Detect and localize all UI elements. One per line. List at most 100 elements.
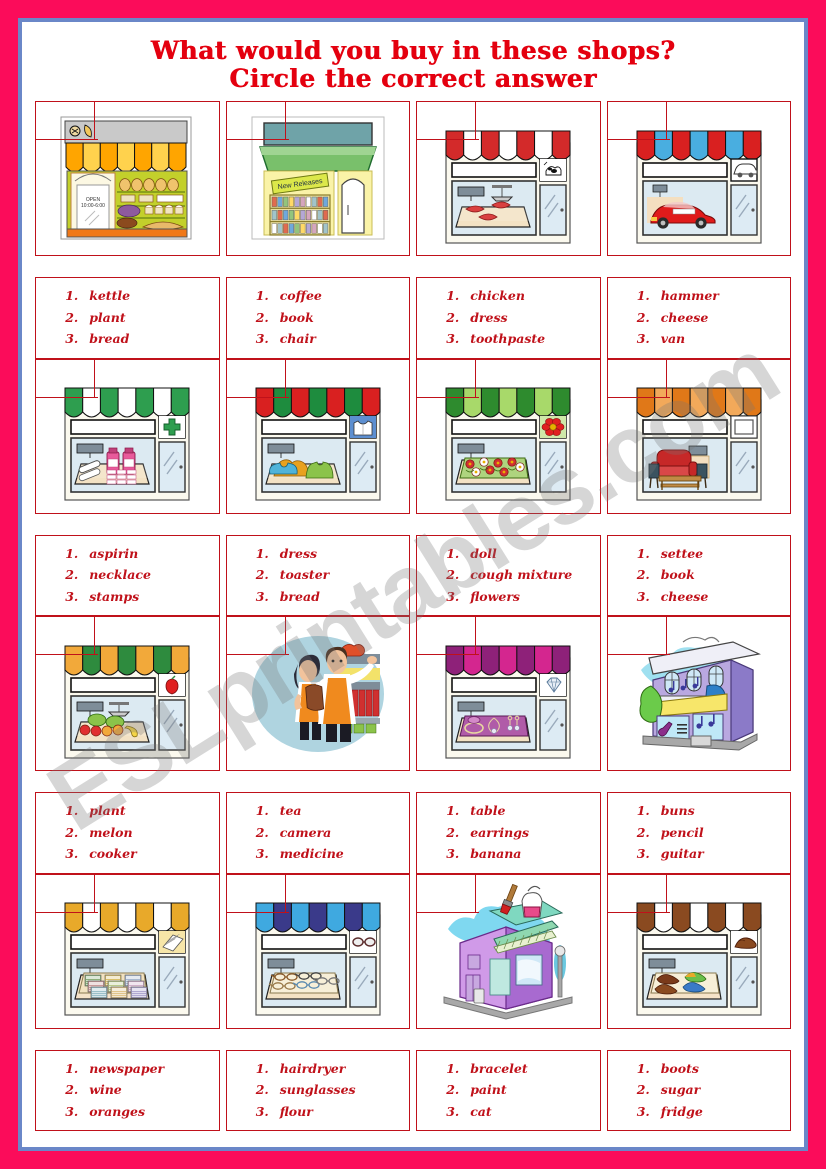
answer-option[interactable]: 3. chair bbox=[227, 328, 410, 350]
answer-option[interactable]: 2. sunglasses bbox=[227, 1079, 410, 1101]
option-label: tea bbox=[279, 803, 302, 818]
exercise-item-13: 1. newspaper 2. wine 3. oranges bbox=[35, 873, 220, 1131]
answer-options-14: 1. hairdryer 2. sunglasses 3. flour bbox=[225, 1049, 410, 1131]
shop-image-car-dealer bbox=[606, 101, 791, 256]
option-label: coffee bbox=[279, 288, 322, 303]
guide-line-vertical bbox=[94, 874, 96, 913]
answer-option[interactable]: 2. cough mixture bbox=[417, 564, 600, 586]
option-label: dress bbox=[279, 545, 318, 561]
answer-option[interactable]: 1. hairdryer bbox=[227, 1058, 410, 1080]
guide-line-horizontal bbox=[607, 911, 670, 913]
answer-options-4: 1. hammer 2. cheese 3. van bbox=[606, 277, 791, 359]
exercise-item-2: New Releases 1. coffee 2. book 3. chair bbox=[225, 101, 410, 359]
answer-option[interactable]: 2. toaster bbox=[227, 564, 410, 586]
answer-option[interactable]: 2. paint bbox=[417, 1079, 600, 1101]
answer-option[interactable]: 1. table bbox=[417, 800, 600, 822]
guide-line-vertical bbox=[94, 359, 96, 398]
option-label: van bbox=[660, 331, 686, 346]
answer-option[interactable]: 3. flour bbox=[227, 1101, 410, 1123]
option-number: 1. bbox=[65, 288, 79, 303]
answer-option[interactable]: 3. flowers bbox=[417, 586, 600, 608]
answer-option[interactable]: 3. cat bbox=[417, 1101, 600, 1123]
option-label: paint bbox=[470, 1082, 507, 1097]
answer-option[interactable]: 1. boots bbox=[608, 1058, 791, 1080]
option-number: 1. bbox=[255, 288, 269, 303]
option-number: 3. bbox=[255, 331, 269, 346]
guide-line-horizontal bbox=[36, 139, 99, 140]
option-number: 3. bbox=[446, 331, 460, 346]
option-number: 3. bbox=[446, 588, 460, 604]
guide-line-horizontal bbox=[36, 654, 99, 655]
answer-option[interactable]: 3. medicine bbox=[227, 843, 410, 865]
answer-option[interactable]: 1. newspaper bbox=[36, 1058, 219, 1080]
option-label: guitar bbox=[660, 846, 704, 861]
option-number: 2. bbox=[65, 824, 79, 840]
answer-option[interactable]: 1. kettle bbox=[36, 285, 219, 307]
answer-options-7: 1. doll 2. cough mixture 3. flowers bbox=[416, 534, 601, 616]
answer-option[interactable]: 1. aspirin bbox=[36, 543, 219, 565]
answer-options-12: 1. buns 2. pencil 3. guitar bbox=[606, 792, 791, 874]
answer-option[interactable]: 3. cheese bbox=[608, 586, 791, 608]
answer-option[interactable]: 3. guitar bbox=[608, 843, 791, 865]
answer-option[interactable]: 3. van bbox=[608, 328, 791, 350]
answer-option[interactable]: 2. pencil bbox=[608, 822, 791, 844]
answer-option[interactable]: 3. stamps bbox=[36, 586, 219, 608]
answer-option[interactable]: 1. tea bbox=[227, 800, 410, 822]
answer-option[interactable]: 1. chicken bbox=[417, 285, 600, 307]
answer-option[interactable]: 3. fridge bbox=[608, 1101, 791, 1123]
answer-option[interactable]: 2. dress bbox=[417, 307, 600, 329]
answer-option[interactable]: 2. camera bbox=[227, 822, 410, 844]
answer-option[interactable]: 1. plant bbox=[36, 800, 219, 822]
guide-line-vertical bbox=[94, 102, 96, 140]
answer-option[interactable]: 2. melon bbox=[36, 822, 219, 844]
option-number: 1. bbox=[636, 288, 650, 303]
option-number: 3. bbox=[65, 331, 79, 346]
exercise-item-8: 1. settee 2. book 3. cheese bbox=[606, 358, 791, 616]
answer-option[interactable]: 2. earrings bbox=[417, 822, 600, 844]
option-label: medicine bbox=[279, 846, 344, 861]
answer-option[interactable]: 1. settee bbox=[608, 543, 791, 565]
answer-option[interactable]: 1. bracelet bbox=[417, 1058, 600, 1080]
answer-option[interactable]: 3. bread bbox=[36, 328, 219, 350]
guide-line-vertical bbox=[475, 102, 477, 140]
answer-option[interactable]: 3. cooker bbox=[36, 843, 219, 865]
answer-option[interactable]: 2. plant bbox=[36, 307, 219, 329]
answer-option[interactable]: 2. book bbox=[227, 307, 410, 329]
answer-option[interactable]: 1. buns bbox=[608, 800, 791, 822]
option-label: sugar bbox=[660, 1082, 701, 1097]
option-number: 1. bbox=[65, 545, 79, 561]
answer-option[interactable]: 3. oranges bbox=[36, 1101, 219, 1123]
answer-option[interactable]: 2. wine bbox=[36, 1079, 219, 1101]
guide-line-horizontal bbox=[417, 911, 480, 913]
answer-option[interactable]: 3. bread bbox=[227, 586, 410, 608]
option-label: sunglasses bbox=[279, 1082, 356, 1097]
answer-option[interactable]: 3. toothpaste bbox=[417, 328, 600, 350]
exercise-item-16: 1. boots 2. sugar 3. fridge bbox=[606, 873, 791, 1131]
option-number: 3. bbox=[255, 588, 269, 604]
answer-option[interactable]: 1. doll bbox=[417, 543, 600, 565]
option-number: 2. bbox=[255, 824, 269, 840]
answer-option[interactable]: 2. cheese bbox=[608, 307, 791, 329]
answer-option[interactable]: 2. necklace bbox=[36, 564, 219, 586]
answer-option[interactable]: 1. hammer bbox=[608, 285, 791, 307]
guide-line-horizontal bbox=[226, 911, 289, 913]
option-number: 1. bbox=[65, 803, 79, 818]
answer-option[interactable]: 3. banana bbox=[417, 843, 600, 865]
answer-option[interactable]: 1. coffee bbox=[227, 285, 410, 307]
answer-option[interactable]: 2. sugar bbox=[608, 1079, 791, 1101]
option-number: 2. bbox=[446, 567, 460, 582]
option-number: 2. bbox=[65, 1082, 79, 1097]
guide-line-vertical bbox=[94, 617, 96, 655]
answer-option[interactable]: 2. book bbox=[608, 564, 791, 586]
option-number: 2. bbox=[65, 309, 79, 325]
guide-line-vertical bbox=[475, 617, 477, 655]
answer-option[interactable]: 1. dress bbox=[227, 543, 410, 565]
shop-image-grocery-staff bbox=[225, 616, 410, 771]
guide-line-vertical bbox=[284, 874, 286, 913]
option-label: wine bbox=[89, 1082, 122, 1097]
option-number: 1. bbox=[65, 1060, 79, 1076]
exercise-item-4: 1. hammer 2. cheese 3. van bbox=[606, 101, 791, 359]
option-number: 3. bbox=[65, 588, 79, 604]
option-number: 3. bbox=[65, 1103, 79, 1119]
guide-line-horizontal bbox=[226, 396, 289, 398]
